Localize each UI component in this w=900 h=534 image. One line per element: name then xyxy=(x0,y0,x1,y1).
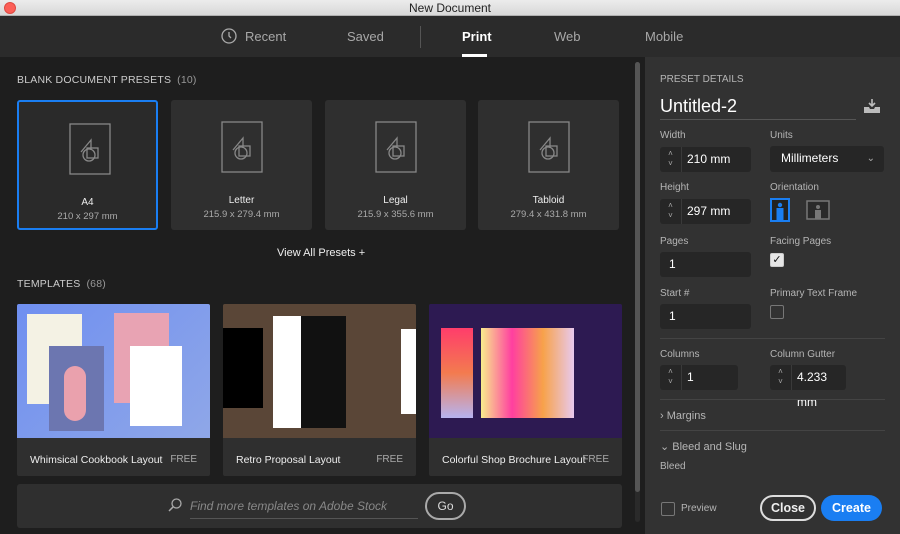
column-gutter-label: Column Gutter xyxy=(770,349,836,360)
preset-name: Legal xyxy=(383,195,408,206)
margins-section-toggle[interactable]: › Margins xyxy=(660,410,706,422)
divider xyxy=(660,338,885,339)
columns-field[interactable]: ˄ ˅ 1 xyxy=(660,365,738,390)
tab-print[interactable]: Print xyxy=(462,29,492,44)
close-button[interactable]: Close xyxy=(760,495,816,521)
preset-size: 215.9 x 279.4 mm xyxy=(203,209,280,220)
presets-heading: BLANK DOCUMENT PRESETS (10) xyxy=(17,74,197,86)
height-stepper[interactable]: ˄ ˅ xyxy=(660,199,682,224)
primary-text-frame-checkbox[interactable] xyxy=(770,305,784,319)
preset-name: A4 xyxy=(81,197,94,208)
template-thumbnail xyxy=(429,304,622,438)
search-icon xyxy=(168,498,182,512)
tab-divider xyxy=(420,26,421,48)
columns-label: Columns xyxy=(660,349,700,360)
orientation-label: Orientation xyxy=(770,182,819,193)
close-window-button[interactable] xyxy=(4,2,16,14)
window-title: New Document xyxy=(408,1,492,15)
width-stepper[interactable]: ˄ ˅ xyxy=(660,147,682,172)
tab-recent[interactable]: Recent xyxy=(245,29,286,44)
template-name: Whimsical Cookbook Layout xyxy=(30,454,163,466)
chevron-down-icon: ⌄ xyxy=(866,153,875,164)
columns-stepper[interactable]: ˄ ˅ xyxy=(660,365,682,390)
preset-card-legal[interactable]: Legal 215.9 x 355.6 mm xyxy=(325,100,466,230)
document-icon xyxy=(528,121,570,173)
view-all-presets-link[interactable]: View All Presets + xyxy=(277,247,365,259)
preview-label: Preview xyxy=(681,503,717,514)
template-card[interactable]: Whimsical Cookbook Layout FREE xyxy=(17,304,210,476)
preset-name: Tabloid xyxy=(532,195,565,206)
start-field[interactable]: 1 xyxy=(660,304,751,329)
height-label: Height xyxy=(660,182,689,193)
tab-web[interactable]: Web xyxy=(554,29,581,44)
bleed-slug-section-toggle[interactable]: ⌄ Bleed and Slug xyxy=(660,440,747,453)
save-preset-icon[interactable] xyxy=(863,98,881,114)
document-icon xyxy=(221,121,263,173)
facing-pages-label: Facing Pages xyxy=(770,236,832,247)
preset-size: 215.9 x 355.6 mm xyxy=(357,209,434,220)
preset-card-a4[interactable]: A4 210 x 297 mm xyxy=(17,100,158,230)
height-field[interactable]: ˄ ˅ 297 mm xyxy=(660,199,751,224)
template-card[interactable]: Colorful Shop Brochure Layout FREE xyxy=(429,304,622,476)
go-button[interactable]: Go xyxy=(425,492,466,520)
preset-card-letter[interactable]: Letter 215.9 x 279.4 mm xyxy=(171,100,312,230)
document-icon xyxy=(375,121,417,173)
template-price: FREE xyxy=(582,454,609,465)
document-icon xyxy=(69,123,111,175)
template-card[interactable]: Retro Proposal Layout FREE xyxy=(223,304,416,476)
facing-pages-checkbox[interactable]: ✓ xyxy=(770,253,784,267)
units-dropdown[interactable]: Millimeters ⌄ xyxy=(770,146,884,172)
preset-size: 210 x 297 mm xyxy=(57,211,118,222)
template-price: FREE xyxy=(170,454,197,465)
template-name: Colorful Shop Brochure Layout xyxy=(442,454,586,466)
preview-checkbox[interactable] xyxy=(661,502,675,516)
gutter-stepper[interactable]: ˄ ˅ xyxy=(770,365,792,390)
template-thumbnail xyxy=(223,304,416,438)
width-field[interactable]: ˄ ˅ 210 mm xyxy=(660,147,751,172)
pages-field[interactable]: 1 xyxy=(660,252,751,277)
template-name: Retro Proposal Layout xyxy=(236,454,341,466)
templates-heading: TEMPLATES (68) xyxy=(17,278,106,290)
scrollbar-thumb[interactable] xyxy=(635,62,640,492)
divider xyxy=(660,399,885,400)
template-price: FREE xyxy=(376,454,403,465)
tab-mobile[interactable]: Mobile xyxy=(645,29,683,44)
divider xyxy=(660,430,885,431)
create-button[interactable]: Create xyxy=(821,495,882,521)
template-thumbnail xyxy=(17,304,210,438)
width-label: Width xyxy=(660,130,686,141)
units-label: Units xyxy=(770,130,793,141)
tab-bar: Recent Saved Print Web Mobile xyxy=(0,16,900,57)
start-label: Start # xyxy=(660,288,690,299)
document-name-input[interactable]: Untitled-2 xyxy=(660,96,856,120)
column-gutter-field[interactable]: ˄ ˅ 4.233 mm xyxy=(770,365,846,409)
preset-name: Letter xyxy=(228,195,255,206)
primary-text-frame-label: Primary Text Frame xyxy=(770,288,858,299)
title-bar: New Document xyxy=(0,0,900,16)
tab-saved[interactable]: Saved xyxy=(347,29,384,44)
preset-size: 279.4 x 431.8 mm xyxy=(510,209,587,220)
landscape-orientation-button[interactable] xyxy=(806,200,830,220)
preset-details-heading: PRESET DETAILS xyxy=(660,74,744,85)
bleed-label: Bleed xyxy=(660,461,686,472)
stock-search-input[interactable]: Find more templates on Adobe Stock xyxy=(190,499,418,519)
pages-label: Pages xyxy=(660,236,689,247)
portrait-orientation-button[interactable] xyxy=(770,198,790,222)
clock-icon xyxy=(221,28,237,44)
preset-card-tabloid[interactable]: Tabloid 279.4 x 431.8 mm xyxy=(478,100,619,230)
